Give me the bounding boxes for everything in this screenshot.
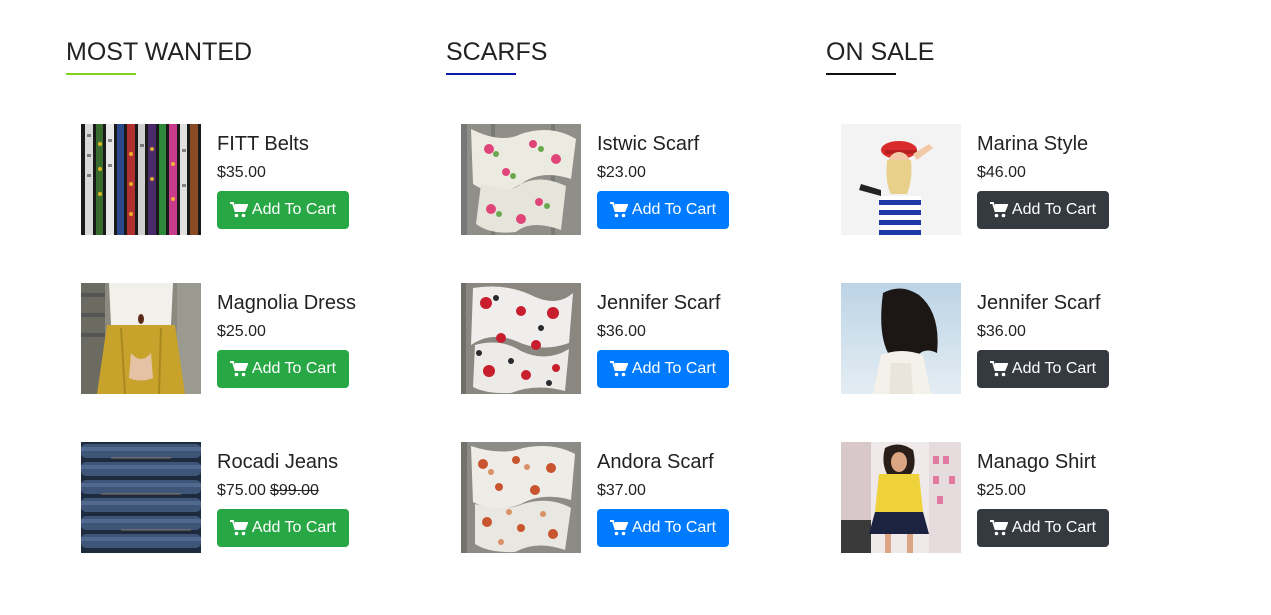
column-title: MOST WANTED xyxy=(66,38,253,66)
product-price: $35.00 xyxy=(217,164,266,182)
shopping-cart-icon xyxy=(609,520,628,536)
add-to-cart-label: Add To Cart xyxy=(251,360,337,377)
product-image-jeans[interactable] xyxy=(81,442,201,553)
add-to-cart-label: Add To Cart xyxy=(1011,201,1097,218)
product-image-dress[interactable] xyxy=(81,283,201,394)
add-to-cart-button[interactable]: Add To Cart xyxy=(977,509,1109,547)
current-price: $25.00 xyxy=(217,323,266,340)
product-price: $25.00 xyxy=(977,482,1026,500)
title-underline xyxy=(826,73,896,75)
add-to-cart-button[interactable]: Add To Cart xyxy=(977,350,1109,388)
title-underline xyxy=(446,73,516,75)
add-to-cart-label: Add To Cart xyxy=(251,519,337,536)
product-name[interactable]: Marina Style xyxy=(977,132,1088,156)
add-to-cart-button[interactable]: Add To Cart xyxy=(597,509,729,547)
shopping-cart-icon xyxy=(989,202,1008,218)
product-image-scarf-orange[interactable] xyxy=(461,442,581,553)
product-name[interactable]: Jennifer Scarf xyxy=(977,291,1100,315)
add-to-cart-button[interactable]: Add To Cart xyxy=(977,191,1109,229)
product-price: $36.00 xyxy=(977,323,1026,341)
product-price: $75.00 $99.00 xyxy=(217,482,319,500)
shopping-cart-icon xyxy=(609,361,628,377)
product-card: Manago Shirt $25.00 Add To Cart xyxy=(841,442,1171,553)
current-price: $46.00 xyxy=(977,164,1026,181)
product-card: Istwic Scarf $23.00 Add To Cart xyxy=(461,124,791,235)
shopping-cart-icon xyxy=(229,361,248,377)
product-price: $23.00 xyxy=(597,164,646,182)
product-image-woman-dark-hair[interactable] xyxy=(841,283,961,394)
product-price: $37.00 xyxy=(597,482,646,500)
product-price: $46.00 xyxy=(977,164,1026,182)
add-to-cart-label: Add To Cart xyxy=(631,201,717,218)
product-card: Jennifer Scarf $36.00 Add To Cart xyxy=(841,283,1171,394)
current-price: $37.00 xyxy=(597,482,646,499)
add-to-cart-button[interactable]: Add To Cart xyxy=(597,191,729,229)
old-price: $99.00 xyxy=(269,482,319,499)
product-price: $25.00 xyxy=(217,323,266,341)
product-name[interactable]: Rocadi Jeans xyxy=(217,450,338,474)
product-name[interactable]: FITT Belts xyxy=(217,132,309,156)
add-to-cart-label: Add To Cart xyxy=(1011,519,1097,536)
product-card: Magnolia Dress $25.00 Add To Cart xyxy=(81,283,411,394)
product-image-belts[interactable] xyxy=(81,124,201,235)
add-to-cart-button[interactable]: Add To Cart xyxy=(217,509,349,547)
product-image-woman-yellow-shirt[interactable] xyxy=(841,442,961,553)
add-to-cart-label: Add To Cart xyxy=(631,360,717,377)
current-price: $36.00 xyxy=(977,323,1026,340)
add-to-cart-button[interactable]: Add To Cart xyxy=(217,350,349,388)
product-name[interactable]: Manago Shirt xyxy=(977,450,1096,474)
product-name[interactable]: Istwic Scarf xyxy=(597,132,699,156)
shopping-cart-icon xyxy=(989,520,1008,536)
add-to-cart-label: Add To Cart xyxy=(1011,360,1097,377)
product-image-woman-red-cap[interactable] xyxy=(841,124,961,235)
add-to-cart-label: Add To Cart xyxy=(251,201,337,218)
column-title: ON SALE xyxy=(826,38,935,66)
product-card: Rocadi Jeans $75.00 $99.00 Add To Cart xyxy=(81,442,411,553)
product-card: FITT Belts $35.00 Add To Cart xyxy=(81,124,411,235)
shopping-cart-icon xyxy=(229,202,248,218)
product-name[interactable]: Jennifer Scarf xyxy=(597,291,720,315)
product-name[interactable]: Magnolia Dress xyxy=(217,291,356,315)
product-image-scarf-red[interactable] xyxy=(461,283,581,394)
product-card: Andora Scarf $37.00 Add To Cart xyxy=(461,442,791,553)
product-card: Jennifer Scarf $36.00 Add To Cart xyxy=(461,283,791,394)
product-image-scarf-pink[interactable] xyxy=(461,124,581,235)
add-to-cart-button[interactable]: Add To Cart xyxy=(597,350,729,388)
add-to-cart-button[interactable]: Add To Cart xyxy=(217,191,349,229)
current-price: $35.00 xyxy=(217,164,266,181)
shopping-cart-icon xyxy=(229,520,248,536)
product-name[interactable]: Andora Scarf xyxy=(597,450,714,474)
shopping-cart-icon xyxy=(609,202,628,218)
product-card: Marina Style $46.00 Add To Cart xyxy=(841,124,1171,235)
add-to-cart-label: Add To Cart xyxy=(631,519,717,536)
current-price: $25.00 xyxy=(977,482,1026,499)
current-price: $23.00 xyxy=(597,164,646,181)
title-underline xyxy=(66,73,136,75)
current-price: $36.00 xyxy=(597,323,646,340)
product-price: $36.00 xyxy=(597,323,646,341)
column-title: SCARFS xyxy=(446,38,548,66)
current-price: $75.00 xyxy=(217,482,266,499)
shopping-cart-icon xyxy=(989,361,1008,377)
